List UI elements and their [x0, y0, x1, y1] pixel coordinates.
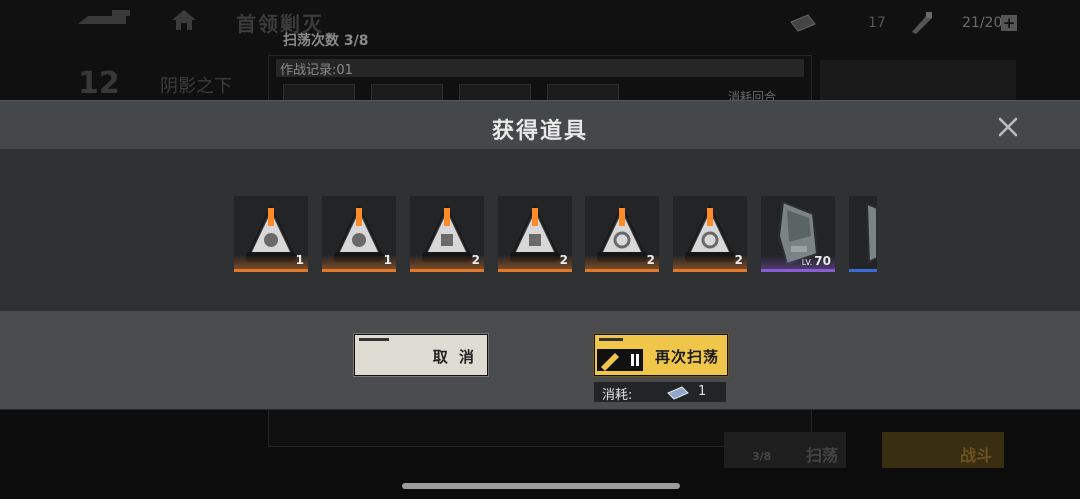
energy-icon — [908, 10, 936, 36]
reward-item[interactable]: 1 — [234, 196, 308, 272]
close-icon — [998, 117, 1018, 137]
rarity-bar — [673, 269, 747, 272]
reward-modal: 获得道具 1 1 2 2 2 2 LV. 70 取 消 再次扫荡 消耗: 1 — [0, 100, 1080, 410]
record-title: 作战记录:01 — [280, 63, 353, 78]
reward-item[interactable]: 1 — [322, 196, 396, 272]
close-button[interactable] — [996, 115, 1020, 139]
reward-item-partial[interactable] — [849, 196, 877, 272]
item-count: 1 — [383, 253, 392, 267]
rarity-bar — [410, 269, 484, 272]
rarity-bar — [234, 269, 308, 272]
energy-pen-icon — [601, 353, 639, 371]
rarity-bar — [849, 269, 877, 272]
item-count: 2 — [646, 253, 655, 267]
ticket-count: 17 — [868, 15, 886, 31]
resweep-button[interactable]: 再次扫荡 — [594, 334, 728, 376]
sweep-ticket-icon — [788, 12, 818, 34]
button-tag — [359, 338, 389, 341]
modal-title: 获得道具 — [491, 119, 588, 144]
rarity-bar — [498, 269, 572, 272]
bottom-sweep-count: 3/8 — [752, 450, 772, 463]
cancel-label: 取 消 — [432, 348, 477, 366]
resweep-mark — [597, 349, 643, 371]
cost-bar: 消耗: 1 — [594, 382, 726, 403]
cost-label: 消耗: — [602, 388, 633, 403]
bottom-sweep-label: 扫荡 — [805, 446, 838, 465]
cost-value: 1 — [698, 384, 707, 399]
ship-module-icon — [865, 202, 877, 264]
reward-item[interactable]: LV. 70 — [761, 196, 835, 272]
item-count: 2 — [471, 253, 480, 267]
stage-art — [820, 60, 1016, 100]
reward-item[interactable]: 2 — [410, 196, 484, 272]
modal-footer — [0, 311, 1080, 409]
bottom-battle-label: 战斗 — [960, 446, 993, 465]
rarity-bar — [585, 269, 659, 272]
cancel-button[interactable]: 取 消 — [354, 334, 488, 376]
home-icon[interactable] — [170, 8, 198, 32]
add-energy-button[interactable]: + — [1001, 15, 1017, 31]
item-count: 1 — [295, 253, 304, 267]
home-indicator[interactable] — [402, 483, 680, 489]
sweep-count: 扫荡次数 3/8 — [283, 33, 369, 49]
resweep-label: 再次扫荡 — [655, 348, 720, 366]
sweep-ticket-icon — [666, 385, 690, 400]
stage-name: 阴影之下 — [160, 76, 232, 97]
record-header — [276, 59, 804, 77]
reward-item[interactable]: 2 — [498, 196, 572, 272]
rarity-bar — [322, 269, 396, 272]
bottom-sweep-button[interactable]: 3/8 扫荡 — [724, 432, 846, 468]
back-button[interactable] — [76, 8, 134, 30]
item-count: 2 — [734, 253, 743, 267]
modal-header: 获得道具 — [0, 101, 1080, 149]
item-count: 2 — [559, 253, 568, 267]
stage-number: 12 — [78, 66, 120, 101]
back-arrow-icon — [78, 10, 130, 24]
top-bar: 首领剿灭 扫荡次数 3/8 17 21/200 + — [0, 0, 1080, 49]
reward-item[interactable]: 2 — [585, 196, 659, 272]
bottom-battle-button[interactable]: 战斗 — [882, 432, 1004, 468]
rarity-bar — [761, 269, 835, 272]
item-level: LV. 70 — [801, 254, 831, 268]
reward-item[interactable]: 2 — [673, 196, 747, 272]
button-tag — [599, 338, 623, 341]
